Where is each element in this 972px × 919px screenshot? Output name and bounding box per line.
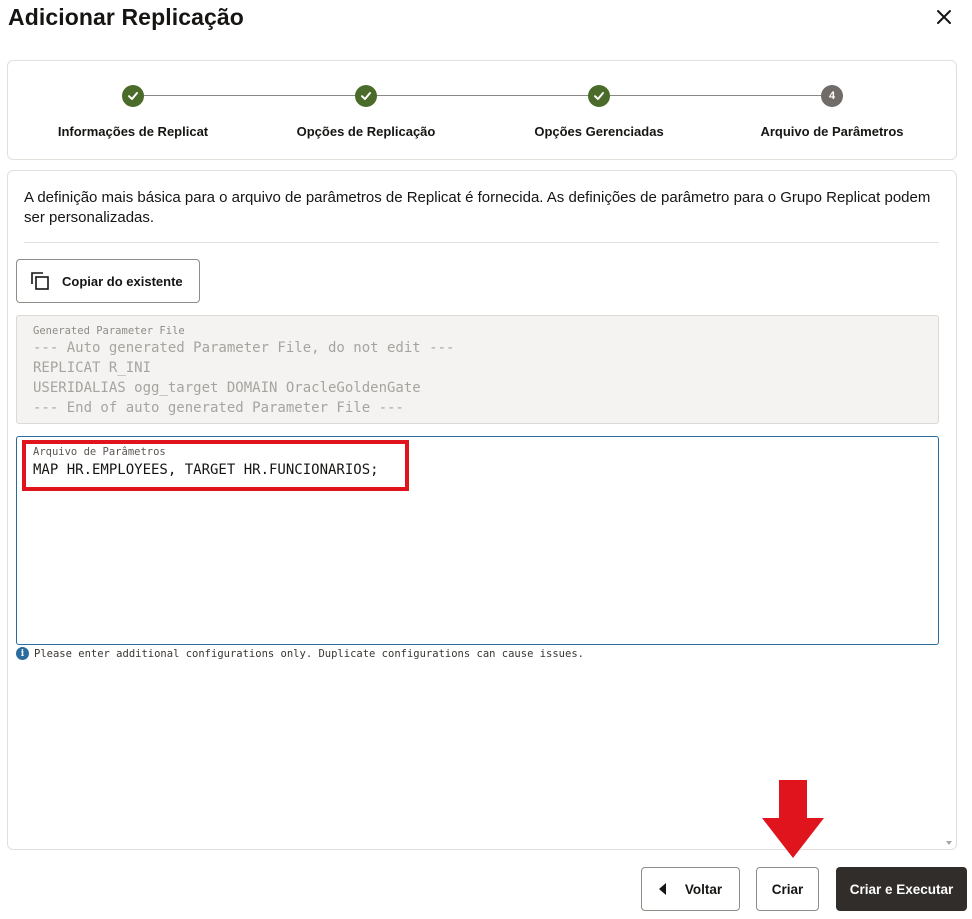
step-label-opcoes-replicacao[interactable]: Opções de Replicação (297, 124, 436, 139)
create-button[interactable]: Criar (756, 867, 819, 911)
copy-from-existing-button[interactable]: Copiar do existente (16, 259, 200, 303)
back-button[interactable]: Voltar (641, 867, 740, 911)
create-button-label: Criar (771, 881, 804, 897)
close-button[interactable] (930, 3, 958, 31)
step-label-informacoes[interactable]: Informações de Replicat (58, 124, 208, 139)
generated-label: Generated Parameter File (33, 325, 185, 337)
create-and-run-label: Criar e Executar (849, 881, 954, 897)
train-connector (144, 95, 358, 96)
generated-line: --- End of auto generated Parameter File… (33, 400, 404, 416)
step-4-number[interactable]: 4 (821, 85, 843, 107)
scroll-down-icon[interactable] (945, 839, 953, 847)
step-train: 4 Informações de Replicat Opções de Repl… (7, 60, 957, 160)
step-2-check-icon[interactable] (355, 85, 377, 107)
copy-button-label: Copiar do existente (62, 273, 183, 289)
chevron-left-icon (658, 883, 666, 895)
annotation-arrow-icon (762, 780, 824, 858)
back-button-label: Voltar (684, 881, 723, 897)
step-label-opcoes-gerenciadas[interactable]: Opções Gerenciadas (534, 124, 663, 139)
parameter-file-textarea[interactable]: Arquivo de Parâmetros MAP HR.EMPLOYEES, … (16, 436, 939, 645)
train-connector (377, 95, 591, 96)
generated-line: USERIDALIAS ogg_target DOMAIN OracleGold… (33, 380, 421, 396)
create-and-run-button[interactable]: Criar e Executar (836, 867, 967, 911)
close-icon[interactable] (936, 9, 952, 25)
content-panel: A definição mais básica para o arquivo d… (7, 170, 957, 850)
generated-line: REPLICAT R_INI (33, 360, 152, 376)
divider (24, 242, 939, 243)
step-3-check-icon[interactable] (588, 85, 610, 107)
copy-icon (31, 272, 49, 290)
helper-text: i Please enter additional configurations… (16, 647, 584, 660)
helper-text-label: Please enter additional configurations o… (34, 647, 584, 660)
info-icon: i (16, 647, 29, 660)
train-connector (610, 95, 823, 96)
step-1-check-icon[interactable] (122, 85, 144, 107)
dialog-title: Adicionar Replicação (8, 4, 244, 30)
intro-text: A definição mais básica para o arquivo d… (24, 189, 931, 226)
generated-line: --- Auto generated Parameter File, do no… (33, 340, 455, 356)
step-label-arquivo-parametros[interactable]: Arquivo de Parâmetros (760, 124, 903, 139)
generated-parameter-file: Generated Parameter File --- Auto genera… (16, 315, 939, 424)
annotation-highlight-box (22, 440, 409, 491)
